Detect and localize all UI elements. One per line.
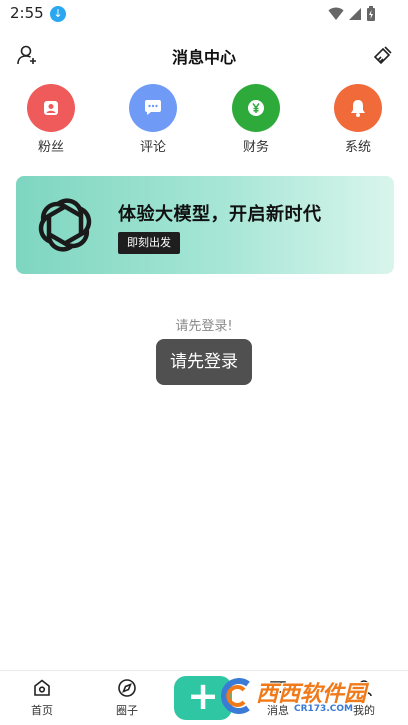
bell-icon bbox=[334, 84, 382, 132]
download-icon: ↓ bbox=[50, 6, 66, 22]
nav-label: 圈子 bbox=[116, 704, 138, 717]
nav-circle[interactable]: 圈子 bbox=[97, 677, 157, 718]
category-label: 粉丝 bbox=[37, 140, 64, 155]
category-label: 评论 bbox=[139, 140, 166, 155]
category-row: 粉丝 评论 财务 系统 bbox=[0, 84, 408, 156]
category-label: 财务 bbox=[242, 140, 269, 155]
clear-broom-icon[interactable] bbox=[370, 42, 396, 68]
category-comments[interactable]: 评论 bbox=[123, 84, 183, 155]
login-hint: 请先登录! bbox=[175, 319, 233, 334]
signal-icon bbox=[349, 8, 361, 20]
plus-icon: + bbox=[187, 674, 219, 718]
header: 消息中心 bbox=[0, 36, 408, 72]
watermark-subtext: CR173.COM bbox=[294, 704, 353, 714]
watermark-logo-icon bbox=[221, 678, 250, 714]
category-finance[interactable]: 财务 bbox=[226, 84, 286, 155]
banner-title: 体验大模型，开启新时代 bbox=[118, 204, 322, 225]
nav-label: 首页 bbox=[31, 704, 53, 717]
ai-model-banner[interactable]: 体验大模型，开启新时代 即刻出发 bbox=[16, 176, 394, 274]
compass-icon bbox=[116, 677, 138, 699]
status-bar: 2:55 ↓ bbox=[0, 0, 408, 28]
category-system[interactable]: 系统 bbox=[328, 84, 388, 155]
openai-logo-icon bbox=[38, 198, 92, 252]
wifi-icon bbox=[328, 7, 344, 20]
login-button[interactable]: 请先登录 bbox=[156, 339, 252, 385]
status-time: 2:55 bbox=[10, 4, 44, 22]
watermark: 西西软件园 CR173.COM bbox=[218, 674, 388, 720]
home-icon bbox=[31, 677, 53, 699]
status-icons bbox=[328, 6, 376, 22]
banner-go-button[interactable]: 即刻出发 bbox=[118, 232, 180, 254]
battery-icon bbox=[367, 6, 375, 21]
nav-home[interactable]: 首页 bbox=[12, 677, 72, 718]
comment-bubble-icon bbox=[129, 84, 177, 132]
page-title: 消息中心 bbox=[171, 48, 236, 67]
category-fans[interactable]: 粉丝 bbox=[21, 84, 81, 155]
category-label: 系统 bbox=[344, 140, 371, 155]
person-icon bbox=[27, 84, 75, 132]
yen-coin-icon bbox=[232, 84, 280, 132]
